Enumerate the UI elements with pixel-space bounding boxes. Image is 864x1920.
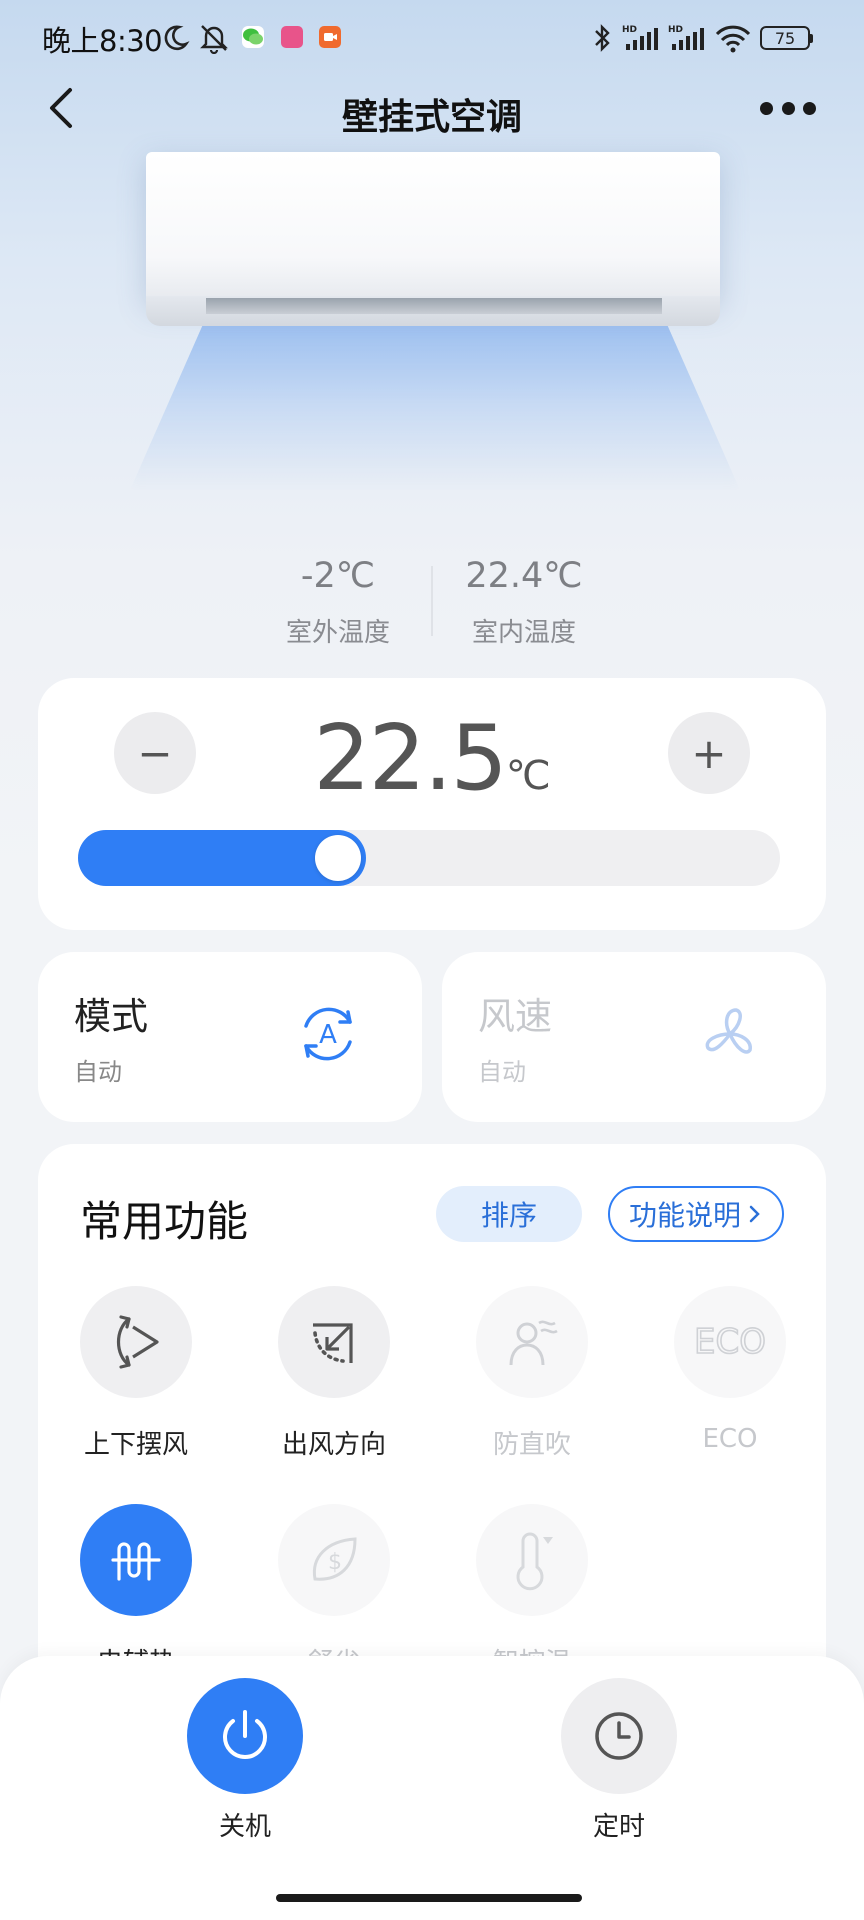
anti-direct-blow-button[interactable]	[476, 1286, 588, 1398]
power-label: 关机	[218, 1812, 271, 1842]
back-button[interactable]	[40, 82, 84, 134]
vertical-swing-icon	[116, 1315, 159, 1369]
battery-level: 75	[760, 26, 810, 50]
function-label: 上下摆风	[83, 1430, 188, 1460]
more-dots-icon	[760, 101, 773, 115]
ac-vent	[206, 298, 662, 314]
home-indicator[interactable]	[276, 1894, 582, 1902]
svg-text:HD: HD	[668, 25, 683, 35]
chevron-right-icon	[749, 1205, 760, 1223]
bottom-action-bar	[0, 1656, 864, 1920]
app-icon	[281, 26, 303, 48]
power-button[interactable]	[187, 1678, 303, 1794]
set-temperature-unit: ℃	[505, 753, 551, 799]
increase-temp-button[interactable]: +	[668, 712, 750, 794]
function-label: 出风方向	[281, 1430, 386, 1460]
ac-unit-illustration	[146, 152, 720, 302]
smart-temp-button[interactable]	[476, 1504, 588, 1616]
outdoor-temp-value: -2℃	[300, 556, 376, 596]
mode-value: 自动	[74, 1058, 122, 1086]
page-title: 壁挂式空调	[341, 97, 522, 138]
timer-button[interactable]	[561, 1678, 677, 1794]
function-help-label: 功能说明	[628, 1199, 741, 1232]
timer-label: 定时	[592, 1812, 645, 1842]
video-icon	[319, 26, 341, 48]
airflow-illustration	[130, 310, 740, 490]
svg-text:A: A	[319, 1020, 337, 1050]
svg-text:$: $	[328, 1550, 342, 1575]
wifi-icon	[714, 20, 752, 56]
function-help-button[interactable]: 功能说明	[608, 1186, 784, 1242]
function-label: ECO	[702, 1424, 758, 1454]
outdoor-temp-label: 室外温度	[285, 618, 390, 648]
chevron-left-icon	[50, 88, 72, 128]
moon-icon	[160, 20, 190, 56]
more-button[interactable]	[760, 96, 816, 120]
functions-title: 常用功能	[80, 1197, 249, 1246]
bell-off-icon	[198, 20, 230, 56]
eco-button[interactable]: ECO	[674, 1286, 786, 1398]
electric-heat-button[interactable]	[80, 1504, 192, 1616]
air-direction-button[interactable]	[278, 1286, 390, 1398]
thermometer-icon	[516, 1532, 553, 1591]
status-bar: 晚上8:30 HD HD 75	[0, 0, 864, 76]
fan-speed-value: 自动	[478, 1058, 526, 1086]
set-temperature-value: 22.5	[313, 706, 507, 811]
power-icon	[223, 1710, 267, 1759]
electric-heat-icon	[111, 1542, 161, 1581]
temperature-slider-handle[interactable]	[315, 835, 361, 881]
auto-mode-icon: A	[292, 998, 364, 1070]
air-direction-icon	[313, 1323, 353, 1363]
fan-speed-title: 风速	[478, 995, 552, 1038]
svg-text:ECO: ECO	[694, 1322, 766, 1362]
status-time: 晚上8:30	[42, 24, 163, 58]
fan-icon	[694, 998, 766, 1070]
eco-icon: ECO	[693, 1321, 767, 1363]
save-money-button[interactable]: $	[278, 1504, 390, 1616]
clock-icon	[595, 1712, 643, 1760]
svg-text:HD: HD	[622, 25, 637, 35]
battery-icon: 75	[760, 20, 813, 56]
save-money-icon: $	[312, 1537, 357, 1581]
set-temperature: 22.5℃	[250, 706, 614, 811]
signal-hd-icon: HD	[668, 20, 708, 56]
anti-direct-blow-icon	[509, 1320, 558, 1366]
decrease-temp-button[interactable]: −	[114, 712, 196, 794]
indoor-temp-value: 22.4℃	[465, 556, 583, 596]
mode-title: 模式	[74, 995, 148, 1038]
vertical-swing-button[interactable]	[80, 1286, 192, 1398]
indoor-temp-label: 室内温度	[471, 618, 576, 648]
function-label: 防直吹	[492, 1430, 571, 1460]
wechat-icon	[242, 26, 264, 48]
bluetooth-icon	[592, 20, 612, 56]
sort-button[interactable]: 排序	[436, 1186, 582, 1242]
signal-hd-icon: HD	[622, 20, 662, 56]
